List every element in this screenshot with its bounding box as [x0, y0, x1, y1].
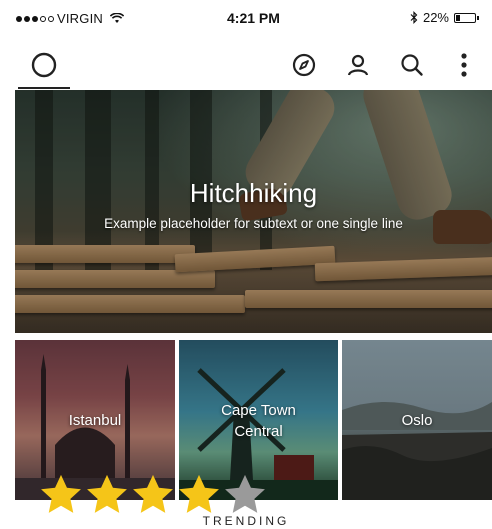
wifi-icon: [109, 13, 124, 23]
star-filled-icon[interactable]: [38, 472, 84, 518]
star-filled-icon[interactable]: [84, 472, 130, 518]
status-left: VIRGIN: [16, 11, 124, 26]
hero-title: Hitchhiking: [189, 178, 318, 208]
app-bar: [0, 40, 492, 90]
status-right: 22%: [410, 10, 479, 25]
carrier-name: VIRGIN: [57, 11, 103, 26]
status-bar: VIRGIN 4:21 PM 22%: [0, 0, 492, 40]
star-empty-icon[interactable]: [222, 472, 268, 518]
more-button[interactable]: [446, 47, 482, 83]
home-circle-button[interactable]: [26, 47, 62, 83]
star-filled-icon[interactable]: [130, 472, 176, 518]
more-vertical-icon: [461, 53, 467, 77]
city-label-istanbul: Istanbul: [68, 412, 122, 429]
city-tile-oslo[interactable]: Oslo: [342, 340, 492, 500]
hero-banner[interactable]: Hitchhiking Example placeholder for subt…: [15, 90, 492, 333]
hero-subtitle: Example placeholder for subtext or one s…: [104, 216, 403, 231]
city-label-cape-town: Cape Town Central: [221, 402, 296, 440]
explore-button[interactable]: [286, 47, 322, 83]
rating-stars[interactable]: [38, 472, 268, 518]
circle-icon: [31, 52, 57, 78]
compass-icon: [292, 53, 316, 77]
search-button[interactable]: [394, 47, 430, 83]
star-filled-icon[interactable]: [176, 472, 222, 518]
active-tab-indicator: [18, 87, 70, 89]
profile-button[interactable]: [340, 47, 376, 83]
search-icon: [401, 54, 423, 76]
clock: 4:21 PM: [227, 10, 280, 26]
battery-percent: 22%: [422, 10, 449, 25]
battery-icon: [454, 12, 479, 23]
bluetooth-icon: [410, 11, 418, 24]
city-label-oslo: Oslo: [401, 412, 433, 429]
section-label-trending: TRENDING: [202, 514, 290, 528]
user-icon: [347, 54, 369, 76]
signal-strength-icon: [16, 15, 54, 22]
